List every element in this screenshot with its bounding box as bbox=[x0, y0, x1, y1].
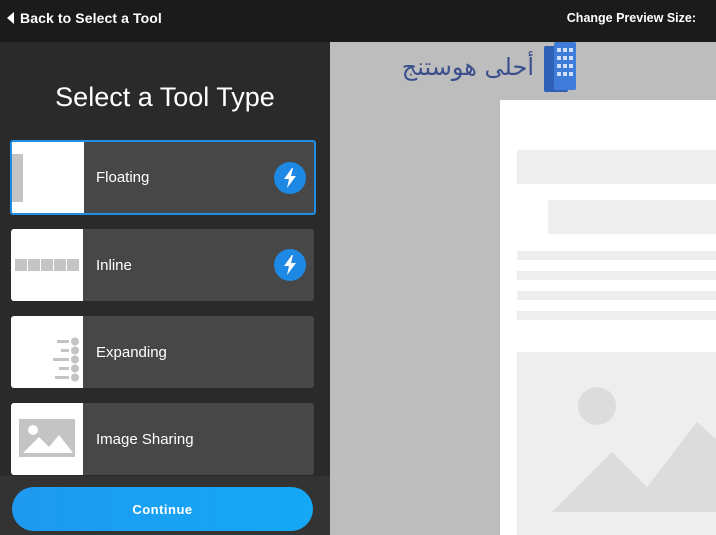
placeholder-header-bar bbox=[517, 150, 716, 184]
placeholder-text-line bbox=[517, 311, 716, 320]
expanding-thumbnail-icon bbox=[11, 316, 83, 388]
image-placeholder-icon bbox=[11, 403, 83, 475]
server-icon bbox=[544, 42, 576, 92]
continue-button[interactable]: Continue bbox=[12, 487, 313, 531]
placeholder-subheader-bar bbox=[548, 200, 716, 234]
preview-area: أحلى هوستنج bbox=[330, 42, 716, 535]
lightning-bolt-icon bbox=[274, 249, 306, 281]
placeholder-text-line bbox=[517, 291, 716, 300]
top-bar: Back to Select a Tool Change Preview Siz… bbox=[0, 0, 716, 42]
tool-option-label: Image Sharing bbox=[96, 430, 194, 448]
inline-thumbnail-icon bbox=[11, 229, 83, 301]
image-placeholder-icon bbox=[552, 387, 716, 512]
tool-option-inline[interactable]: Inline bbox=[11, 229, 314, 301]
watermark-text: أحلى هوستنج bbox=[402, 51, 534, 81]
watermark-logo: أحلى هوستنج bbox=[402, 42, 576, 92]
preview-page bbox=[500, 100, 716, 535]
change-preview-size-label: Change Preview Size: bbox=[566, 11, 696, 25]
tool-option-floating[interactable]: Floating bbox=[10, 140, 316, 215]
back-label: Back to Select a Tool bbox=[20, 10, 162, 26]
lightning-bolt-icon bbox=[274, 161, 306, 194]
sidebar-footer: Continue bbox=[0, 476, 330, 535]
tool-option-label: Expanding bbox=[96, 343, 167, 361]
tool-option-image-sharing[interactable]: Image Sharing bbox=[11, 403, 314, 475]
floating-thumbnail-icon bbox=[12, 142, 84, 213]
placeholder-image bbox=[517, 352, 716, 535]
tool-option-label: Inline bbox=[96, 256, 132, 274]
back-arrow-icon bbox=[7, 12, 14, 24]
back-to-select-tool-button[interactable]: Back to Select a Tool bbox=[7, 0, 162, 36]
tool-type-sidebar: Select a Tool Type Floating Inline Expan… bbox=[0, 42, 330, 535]
page-title: Select a Tool Type bbox=[55, 82, 275, 112]
tool-option-label: Floating bbox=[96, 169, 150, 186]
tool-option-expanding[interactable]: Expanding bbox=[11, 316, 314, 388]
placeholder-text-line bbox=[517, 251, 716, 260]
placeholder-text-line bbox=[517, 271, 716, 280]
